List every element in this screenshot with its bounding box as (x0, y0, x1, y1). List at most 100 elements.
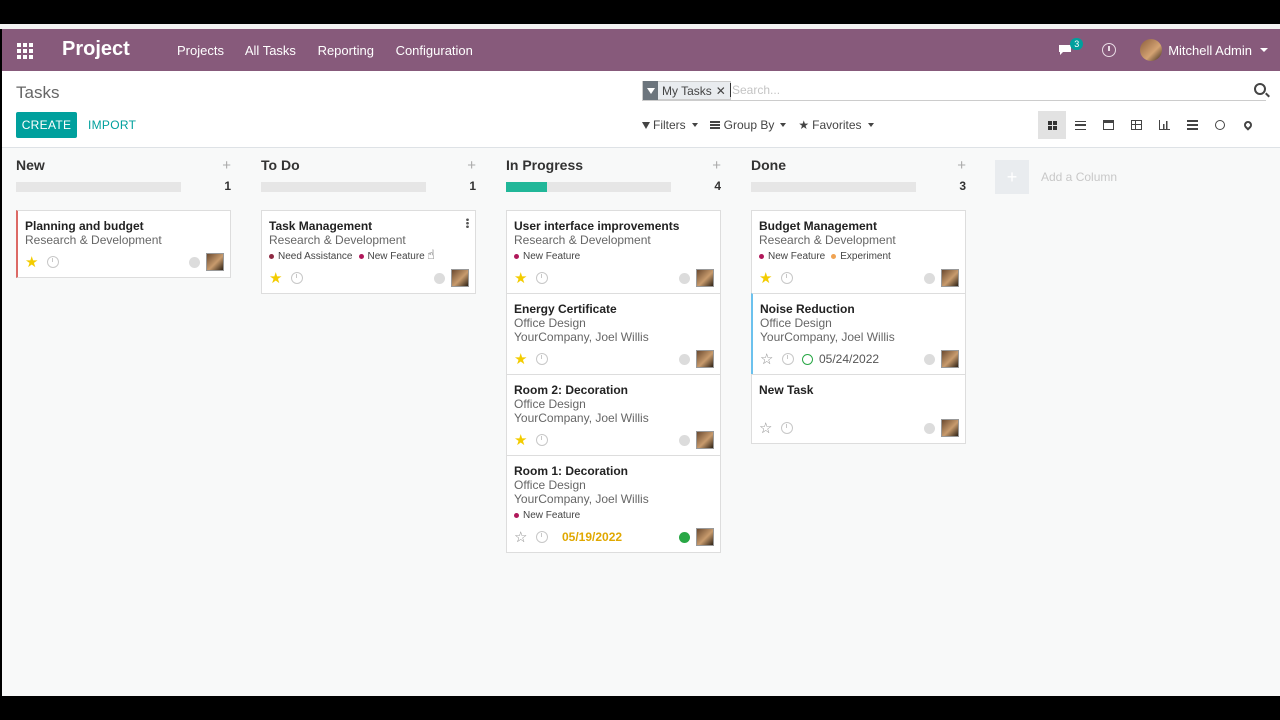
task-card[interactable]: New Task ☆ (751, 374, 966, 444)
nav-reporting[interactable]: Reporting (318, 43, 374, 58)
assignee-avatar[interactable] (451, 269, 469, 287)
assignee-avatar[interactable] (941, 350, 959, 368)
assignee-avatar[interactable] (696, 269, 714, 287)
kanban-state-dot[interactable] (924, 272, 935, 284)
column-title[interactable]: To Do (261, 157, 476, 173)
activity-clock-icon[interactable] (536, 353, 548, 365)
priority-star-icon[interactable]: ☆ (514, 530, 530, 545)
facet-remove-icon[interactable]: ✕ (716, 84, 730, 98)
assignee-avatar[interactable] (696, 350, 714, 368)
priority-star-icon[interactable]: ★ (514, 271, 530, 286)
task-card[interactable]: Planning and budget Research & Developmen… (16, 210, 231, 278)
app-brand[interactable]: Project (62, 38, 130, 61)
search-input[interactable] (732, 83, 1232, 97)
task-card[interactable]: Room 1: Decoration Office Design YourCompa… (506, 455, 721, 553)
kanban-state-dot[interactable] (679, 353, 690, 365)
priority-star-icon[interactable]: ☆ (760, 352, 776, 367)
activity-clock-icon[interactable] (536, 531, 548, 543)
task-card[interactable]: Budget Management Research & Development N… (751, 210, 966, 294)
clock-view-button[interactable] (1206, 111, 1234, 139)
pivot-view-button[interactable] (1122, 111, 1150, 139)
kanban-state-dot[interactable] (679, 272, 690, 284)
nav-all-tasks[interactable]: All Tasks (245, 43, 296, 58)
chat-icon[interactable]: 3 (1058, 38, 1084, 56)
import-button[interactable]: IMPORT (88, 118, 136, 132)
card-title: Energy Certificate (514, 302, 617, 316)
filter-facet-icon (643, 81, 658, 100)
activity-clock-icon[interactable] (536, 272, 548, 284)
assignee-avatar[interactable] (696, 431, 714, 449)
kanban-state-dot[interactable] (189, 256, 200, 268)
column-progress-bar[interactable] (16, 182, 181, 192)
create-button[interactable]: CREATE (16, 112, 77, 138)
map-view-button[interactable] (1234, 111, 1262, 139)
group-by-dropdown[interactable]: Group By (709, 118, 787, 132)
priority-star-icon[interactable]: ★ (759, 271, 775, 286)
add-column-label[interactable]: Add a Column (1041, 170, 1117, 184)
column-progress-bar[interactable] (261, 182, 426, 192)
assignee-avatar[interactable] (941, 269, 959, 287)
activity-clock-icon[interactable] (781, 422, 793, 434)
priority-star-icon[interactable]: ★ (25, 255, 41, 270)
activity-clock-icon[interactable] (291, 272, 303, 284)
task-card[interactable]: User interface improvements Research & De… (506, 210, 721, 294)
user-name[interactable]: Mitchell Admin (1168, 43, 1252, 58)
activity-view-button[interactable] (1178, 111, 1206, 139)
task-card[interactable]: Room 2: Decoration Office Design YourCompa… (506, 374, 721, 456)
column-title[interactable]: Done (751, 157, 966, 173)
activity-clock-icon[interactable] (781, 272, 793, 284)
task-card[interactable]: Noise Reduction Office Design YourCompany,… (751, 293, 966, 375)
kanban-state-dot[interactable] (924, 422, 935, 434)
facet-label: My Tasks (662, 83, 712, 98)
column-quick-add-icon[interactable]: + (222, 157, 231, 174)
list-view-button[interactable] (1066, 111, 1094, 139)
card-list: Budget Management Research & Development N… (751, 210, 966, 444)
kanban-icon (1047, 120, 1057, 130)
assignee-avatar[interactable] (941, 419, 959, 437)
nav-projects[interactable]: Projects (177, 43, 224, 58)
column-quick-add-icon[interactable]: + (957, 157, 966, 174)
activity-clock-icon[interactable] (782, 353, 794, 365)
group-by-label: Group By (723, 118, 775, 132)
column-progress-fill (506, 182, 548, 192)
filters-dropdown[interactable]: Filters (642, 118, 698, 132)
search-icon[interactable] (1254, 83, 1266, 95)
apps-grid-icon[interactable] (17, 43, 33, 59)
graph-view-button[interactable] (1150, 111, 1178, 139)
activity-clock-icon[interactable] (1102, 43, 1117, 57)
nav-configuration[interactable]: Configuration (396, 43, 473, 58)
tag-label: Need Assistance (278, 251, 353, 262)
favorites-dropdown[interactable]: ★ Favorites (798, 118, 874, 132)
task-card[interactable]: Task Management Research & Development Nee… (261, 210, 476, 294)
priority-star-icon[interactable]: ★ (514, 352, 530, 367)
assignee-avatar[interactable] (696, 528, 714, 546)
card-subtitle: Research & Development (759, 233, 896, 247)
kanban-state-dot[interactable] (434, 272, 445, 284)
priority-star-icon[interactable]: ★ (514, 433, 530, 448)
task-card[interactable]: Energy Certificate Office Design YourCompa… (506, 293, 721, 375)
add-column-button[interactable]: + (995, 160, 1029, 194)
column-progress-bar[interactable] (506, 182, 671, 192)
card-menu-icon[interactable] (466, 218, 469, 228)
card-footer: ☆ 05/19/2022 (514, 528, 714, 546)
kanban-view-button[interactable] (1038, 111, 1066, 139)
column-title[interactable]: In Progress (506, 157, 721, 173)
calendar-view-button[interactable] (1094, 111, 1122, 139)
card-footer: ★ (269, 269, 469, 287)
kanban-state-dot[interactable] (679, 434, 690, 446)
priority-star-icon[interactable]: ☆ (759, 421, 775, 436)
kanban-state-dot[interactable] (679, 531, 690, 543)
user-caret-icon[interactable] (1260, 48, 1268, 52)
activity-clock-icon[interactable] (536, 434, 548, 446)
column-progress-bar[interactable] (751, 182, 916, 192)
deadline-date: 05/24/2022 (819, 352, 880, 366)
priority-star-icon[interactable]: ★ (269, 271, 285, 286)
column-quick-add-icon[interactable]: + (467, 157, 476, 174)
activity-clock-icon[interactable] (47, 256, 59, 268)
column-title[interactable]: New (16, 157, 231, 173)
user-avatar[interactable] (1140, 39, 1163, 61)
assignee-avatar[interactable] (206, 253, 224, 271)
card-footer: ★ (514, 350, 714, 368)
column-quick-add-icon[interactable]: + (712, 157, 721, 174)
kanban-state-dot[interactable] (924, 353, 935, 365)
